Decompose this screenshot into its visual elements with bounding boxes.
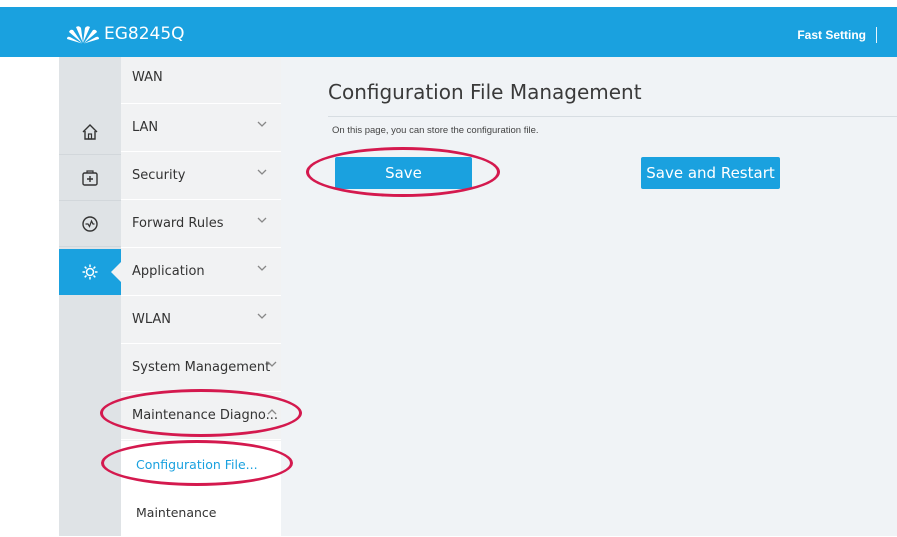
status-icon <box>82 215 98 232</box>
top-bar: EG8245Q Fast Setting <box>0 7 897 57</box>
chevron-down-icon <box>257 313 267 319</box>
fast-setting-link[interactable]: Fast Setting <box>797 27 877 43</box>
menu-item-forward-rules[interactable]: Forward Rules <box>121 201 281 248</box>
page-title: Configuration File Management <box>328 80 642 104</box>
device-model: EG8245Q <box>104 24 185 44</box>
menu-item-system-management[interactable]: System Management <box>121 345 281 392</box>
nav-tools[interactable] <box>59 155 121 201</box>
nav-status[interactable] <box>59 201 121 247</box>
nav-home[interactable] <box>59 109 121 155</box>
active-indicator <box>111 262 121 282</box>
menu-item-maintenance-diagnosis[interactable]: Maintenance Diagno... <box>121 393 281 440</box>
menu-item-label: Application <box>132 264 205 279</box>
menu-item-security[interactable]: Security <box>121 153 281 200</box>
tools-icon <box>82 169 98 186</box>
huawei-logo-icon <box>67 26 99 44</box>
menu-item-label: Security <box>132 168 186 183</box>
menu-item-application[interactable]: Application <box>121 249 281 296</box>
chevron-down-icon <box>257 265 267 271</box>
chevron-down-icon <box>257 169 267 175</box>
chevron-up-icon <box>267 409 277 415</box>
menu-item-label: WLAN <box>132 312 172 327</box>
submenu-item-configuration-file[interactable]: Configuration File... <box>121 441 281 489</box>
submenu-item-label: Configuration File... <box>136 457 258 472</box>
save-button[interactable]: Save <box>335 157 472 189</box>
chevron-down-icon <box>257 121 267 127</box>
home-icon <box>82 123 98 140</box>
settings-icon <box>82 264 98 280</box>
submenu-item-maintenance[interactable]: Maintenance <box>121 489 281 537</box>
submenu-item-label: Maintenance <box>136 505 217 520</box>
menu-item-label: Forward Rules <box>132 216 224 231</box>
menu-item-label: System Management <box>132 360 271 375</box>
menu-item-label: LAN <box>132 120 159 135</box>
chevron-down-icon <box>267 361 277 367</box>
icon-sidebar <box>59 57 121 536</box>
menu-item-wlan[interactable]: WLAN <box>121 297 281 344</box>
menu-sidebar: WAN LAN Security Forward Rules Applicati… <box>121 57 281 537</box>
menu-item-label: Maintenance Diagno... <box>132 408 279 423</box>
divider <box>328 116 897 117</box>
menu-item-wan[interactable]: WAN <box>121 57 281 104</box>
save-and-restart-button[interactable]: Save and Restart <box>641 157 780 189</box>
chevron-down-icon <box>257 217 267 223</box>
page-description: On this page, you can store the configur… <box>332 125 539 136</box>
menu-item-lan[interactable]: LAN <box>121 105 281 152</box>
menu-item-label: WAN <box>132 70 163 85</box>
nav-settings[interactable] <box>59 249 121 295</box>
